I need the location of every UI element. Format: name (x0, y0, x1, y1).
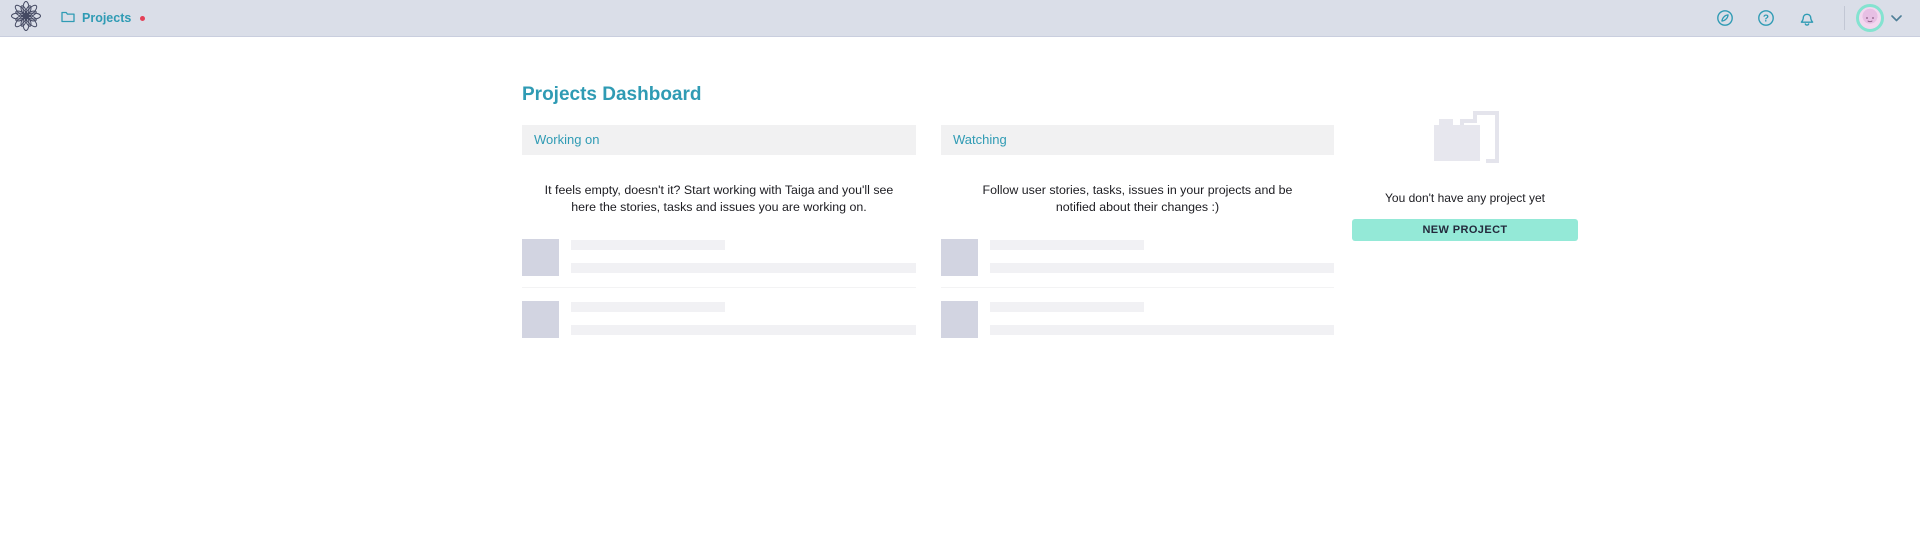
placeholder-title-bar (990, 302, 1144, 312)
placeholder-title-bar (571, 240, 725, 250)
help-button[interactable]: ? (1757, 9, 1775, 27)
chevron-down-icon[interactable] (1891, 15, 1902, 22)
placeholder-divider (941, 287, 1334, 288)
new-project-button[interactable]: NEW PROJECT (1352, 219, 1578, 241)
placeholder-thumbnail (522, 301, 559, 338)
projects-dashboard: Projects Dashboard Working on It feels e… (0, 37, 1920, 555)
placeholder-thumbnail (522, 239, 559, 276)
working-on-placeholder-list (522, 239, 916, 338)
your-projects-panel: You don't have any project yet NEW PROJE… (1352, 107, 1578, 241)
svg-text:?: ? (1763, 13, 1769, 24)
topbar-actions: ? (1716, 4, 1902, 32)
notifications-bell-button[interactable] (1798, 9, 1816, 27)
placeholder-text-bar (990, 325, 1334, 335)
user-avatar[interactable] (1856, 4, 1884, 32)
placeholder-row (941, 239, 1334, 276)
placeholder-row (941, 301, 1334, 338)
placeholder-thumbnail (941, 239, 978, 276)
placeholder-thumbnail (941, 301, 978, 338)
taiga-logo[interactable] (8, 0, 44, 37)
placeholder-title-bar (990, 240, 1144, 250)
watching-section: Watching Follow user stories, tasks, iss… (941, 125, 1334, 338)
placeholder-text-bar (571, 263, 916, 273)
breadcrumb[interactable]: Projects (61, 11, 145, 26)
placeholder-divider (522, 287, 916, 288)
watching-header: Watching (941, 125, 1334, 155)
watching-empty-text: Follow user stories, tasks, issues in yo… (966, 182, 1310, 215)
placeholder-title-bar (571, 302, 725, 312)
taiga-mandala-icon (8, 0, 44, 37)
no-project-text: You don't have any project yet (1352, 191, 1578, 205)
page-title: Projects Dashboard (522, 84, 702, 106)
folder-icon (61, 11, 75, 26)
notification-dot (140, 16, 145, 21)
breadcrumb-label: Projects (82, 11, 131, 25)
empty-folder-illustration (1352, 107, 1578, 167)
topbar-divider (1844, 6, 1845, 30)
working-on-header: Working on (522, 125, 916, 155)
placeholder-row (522, 239, 916, 276)
placeholder-row (522, 301, 916, 338)
working-on-empty-text: It feels empty, doesn't it? Start workin… (533, 182, 905, 215)
placeholder-text-bar (990, 263, 1334, 273)
working-on-section: Working on It feels empty, doesn't it? S… (522, 125, 916, 338)
watching-placeholder-list (941, 239, 1334, 338)
placeholder-text-bar (571, 325, 916, 335)
discover-projects-button[interactable] (1716, 9, 1734, 27)
topbar: Projects ? (0, 0, 1920, 37)
